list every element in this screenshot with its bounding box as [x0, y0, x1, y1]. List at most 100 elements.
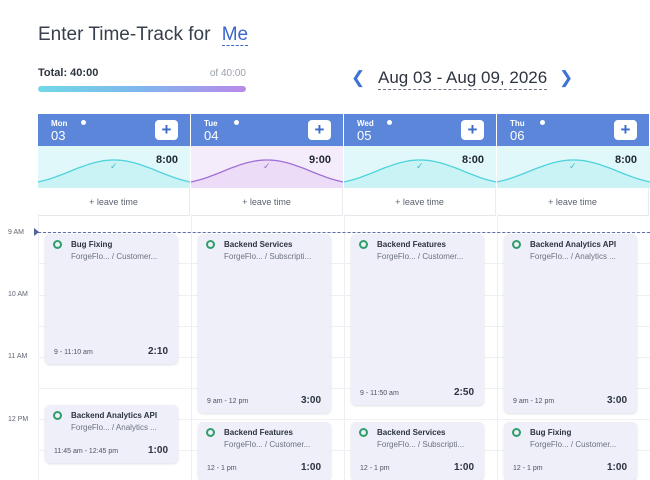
entry-time-range: 9 - 11:50 am: [360, 390, 399, 397]
time-entry-card[interactable]: Backend Features ForgeFlo... / Customer.…: [351, 234, 484, 405]
entry-title: Bug Fixing: [71, 240, 113, 249]
entry-project: ForgeFlo... / Subscripti...: [377, 440, 465, 449]
entry-project: ForgeFlo... / Subscripti...: [224, 252, 312, 261]
check-icon: ✓: [416, 161, 424, 171]
day-name: Tue: [204, 119, 218, 128]
entry-time-range: 11:45 am - 12:45 pm: [54, 448, 119, 455]
day-number: 06: [510, 128, 525, 143]
time-entry-card[interactable]: Backend Features ForgeFlo... / Customer.…: [198, 422, 331, 480]
day-number: 05: [357, 128, 372, 143]
entry-title: Backend Analytics API: [530, 240, 617, 249]
entry-title: Backend Services: [377, 428, 446, 437]
add-entry-button[interactable]: +: [155, 120, 178, 140]
total-hours-label: Total: 40:00: [38, 67, 99, 79]
day-divider: [497, 214, 498, 480]
entry-duration: 3:00: [606, 395, 627, 406]
entry-project: ForgeFlo... / Customer...: [377, 252, 464, 261]
time-label: 9 AM: [8, 229, 24, 236]
time-entry-card[interactable]: Backend Analytics API ForgeFlo... / Anal…: [504, 234, 637, 413]
day-header: Tue 04 +: [191, 114, 343, 146]
user-selector[interactable]: Me: [221, 24, 249, 46]
add-entry-button[interactable]: +: [614, 120, 637, 140]
page-title-text: Enter Time-Track for: [38, 24, 211, 45]
chevron-left-icon[interactable]: ❮: [351, 68, 365, 88]
check-icon: ✓: [110, 161, 118, 171]
entry-status-icon: [206, 240, 215, 249]
day-hours: 8:00: [614, 154, 637, 166]
entry-duration: 3:00: [300, 395, 321, 406]
add-leave-time-link[interactable]: + leave time: [38, 188, 190, 216]
time-entry-card[interactable]: Backend Services ForgeFlo... / Subscript…: [198, 234, 331, 413]
entry-title: Bug Fixing: [530, 428, 572, 437]
day-name: Thu: [510, 119, 525, 128]
chevron-right-icon[interactable]: ❯: [559, 68, 573, 88]
entry-duration: 2:50: [453, 387, 474, 398]
entry-title: Backend Features: [377, 240, 446, 249]
day-name: Mon: [51, 119, 68, 128]
day-column-tue: Tue 04 + ✓ 9:00 + leave time: [191, 114, 343, 216]
day-column-thu: Thu 06 + ✓ 8:00 + leave time: [497, 114, 650, 216]
entry-project: ForgeFlo... / Customer...: [224, 440, 311, 449]
time-entry-card[interactable]: Backend Services ForgeFlo... / Subscript…: [351, 422, 484, 480]
entry-status-icon: [359, 240, 368, 249]
entry-project: ForgeFlo... / Analytics ...: [530, 252, 616, 261]
day-hours-wave: ✓ 9:00: [191, 146, 343, 188]
check-icon: ✓: [263, 161, 271, 171]
time-entry-card[interactable]: Bug Fixing ForgeFlo... / Customer... 12 …: [504, 422, 637, 480]
entry-duration: 1:00: [300, 462, 321, 473]
time-entry-card[interactable]: Backend Analytics API ForgeFlo... / Anal…: [45, 405, 178, 463]
day-column-wed: Wed 05 + ✓ 8:00 + leave time: [344, 114, 496, 216]
day-hours: 8:00: [155, 154, 178, 166]
status-dot-icon: [234, 120, 239, 125]
day-divider: [191, 214, 192, 480]
day-divider: [38, 214, 39, 480]
entry-time-range: 9 am - 12 pm: [513, 398, 555, 405]
day-header: Wed 05 +: [344, 114, 496, 146]
day-hours-wave: ✓ 8:00: [497, 146, 650, 188]
entry-duration: 2:10: [147, 346, 168, 357]
time-label: 12 PM: [8, 416, 29, 423]
entry-project: ForgeFlo... / Customer...: [71, 252, 158, 261]
add-entry-button[interactable]: +: [308, 120, 331, 140]
week-date-range[interactable]: Aug 03 - Aug 09, 2026: [378, 68, 548, 90]
entry-title: Backend Features: [224, 428, 293, 437]
status-dot-icon: [540, 120, 545, 125]
status-dot-icon: [387, 120, 392, 125]
add-entry-button[interactable]: +: [461, 120, 484, 140]
add-leave-time-link[interactable]: + leave time: [344, 188, 496, 216]
entry-project: ForgeFlo... / Analytics ...: [71, 423, 157, 432]
day-name: Wed: [357, 119, 374, 128]
status-dot-icon: [81, 120, 86, 125]
entry-title: Backend Services: [224, 240, 293, 249]
entry-project: ForgeFlo... / Customer...: [530, 440, 617, 449]
entry-status-icon: [206, 428, 215, 437]
entry-status-icon: [512, 428, 521, 437]
add-leave-time-link[interactable]: + leave time: [191, 188, 343, 216]
entry-status-icon: [512, 240, 521, 249]
entry-duration: 1:00: [606, 462, 627, 473]
day-hours: 8:00: [461, 154, 484, 166]
entry-title: Backend Analytics API: [71, 411, 158, 420]
entry-time-range: 9 am - 12 pm: [207, 398, 249, 405]
day-header: Mon 03 +: [38, 114, 190, 146]
total-progress-fill: [38, 86, 246, 92]
day-divider: [344, 214, 345, 480]
current-time-marker-icon: [34, 228, 39, 236]
entry-duration: 1:00: [147, 445, 168, 456]
day-hours: 9:00: [308, 154, 331, 166]
day-header: Thu 06 +: [497, 114, 649, 146]
entry-status-icon: [53, 411, 62, 420]
time-entry-card[interactable]: Bug Fixing ForgeFlo... / Customer... 9 -…: [45, 234, 178, 364]
day-number: 03: [51, 128, 66, 143]
time-label: 11 AM: [8, 353, 28, 360]
entry-status-icon: [359, 428, 368, 437]
check-icon: ✓: [569, 161, 577, 171]
add-leave-time-link[interactable]: + leave time: [497, 188, 649, 216]
entry-duration: 1:00: [453, 462, 474, 473]
day-hours-wave: ✓ 8:00: [38, 146, 190, 188]
entry-time-range: 12 - 1 pm: [513, 465, 543, 472]
current-time-line: [38, 232, 650, 233]
total-progress-bar: [38, 86, 246, 92]
entry-time-range: 9 - 11:10 am: [54, 349, 93, 356]
entry-time-range: 12 - 1 pm: [360, 465, 390, 472]
